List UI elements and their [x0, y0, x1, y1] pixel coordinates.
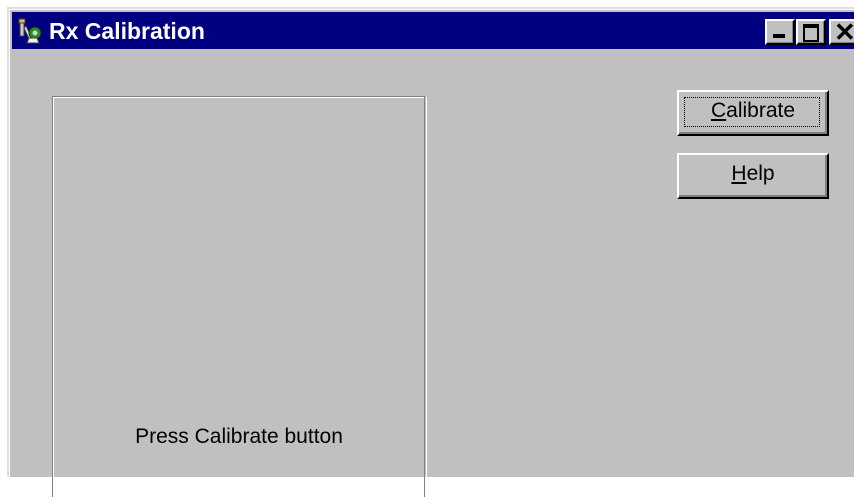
calibrate-button-label: Calibrate: [711, 99, 795, 122]
minimize-icon: [773, 34, 785, 38]
app-window: Rx Calibration ✕ Press Calibrate button …: [7, 7, 854, 497]
help-label-rest: elp: [746, 162, 775, 185]
calibrate-button[interactable]: Calibrate: [677, 90, 829, 136]
help-mnemonic: H: [731, 162, 747, 185]
close-icon: ✕: [834, 17, 854, 47]
calibrate-label-rest: alibrate: [726, 99, 796, 122]
help-button[interactable]: Help: [677, 153, 829, 199]
title-bar[interactable]: Rx Calibration ✕: [12, 12, 854, 49]
help-button-label: Help: [731, 162, 774, 185]
maximize-icon: [803, 24, 819, 42]
window-title: Rx Calibration: [49, 18, 205, 44]
calibrate-mnemonic: C: [710, 99, 727, 122]
status-text: Press Calibrate button: [135, 425, 343, 448]
calibration-panel: Press Calibrate button: [52, 96, 427, 497]
calibration-tools-icon[interactable]: [17, 18, 43, 44]
maximize-button[interactable]: [796, 19, 826, 45]
minimize-button[interactable]: [765, 19, 795, 45]
close-button[interactable]: ✕: [829, 19, 854, 45]
